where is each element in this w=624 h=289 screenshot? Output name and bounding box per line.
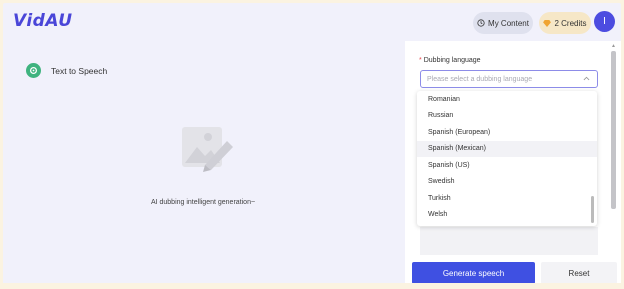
feature-label: Text to Speech [51, 65, 108, 76]
clock-icon [477, 19, 485, 27]
language-option[interactable]: Spanish (European) [417, 124, 597, 141]
text-input-area[interactable] [420, 227, 598, 255]
panel-scroll-thumb[interactable] [611, 51, 616, 209]
dubbing-language-dropdown: Romanian Russian Spanish (European) Span… [417, 91, 597, 226]
app-logo[interactable]: VidAU [13, 11, 73, 31]
panel-scrollbar[interactable]: ▲ [610, 41, 618, 259]
feature-item-text-to-speech[interactable]: Text to Speech [26, 63, 107, 78]
speaker-icon [26, 63, 41, 78]
language-option[interactable]: Spanish (US) [417, 157, 597, 174]
language-option[interactable]: Russian [417, 108, 597, 125]
dubbing-language-placeholder: Please select a dubbing language [427, 75, 533, 83]
dubbing-language-label: * Dubbing language [419, 57, 481, 64]
reset-button[interactable]: Reset [541, 262, 617, 284]
dubbing-language-label-text: Dubbing language [423, 57, 481, 64]
credits-label: 2 Credits [554, 18, 587, 28]
dubbing-language-select[interactable]: Please select a dubbing language [420, 70, 598, 88]
scroll-up-arrow-icon[interactable]: ▲ [611, 43, 616, 49]
language-option[interactable]: Romanian [417, 91, 597, 108]
empty-state-image-icon [182, 127, 233, 172]
chevron-up-icon [583, 76, 590, 83]
header: VidAU My Content 2 Credits I [3, 3, 621, 41]
diamond-icon [543, 19, 552, 27]
generation-caption: AI dubbing intelligent generation~ [150, 199, 256, 206]
language-option-hovered[interactable]: Spanish (Mexican) [417, 140, 597, 157]
required-mark: * [419, 57, 422, 64]
preview-pane: Text to Speech AI dubbing intelligent ge… [3, 41, 403, 286]
language-option[interactable]: Swedish [417, 174, 597, 191]
language-option[interactable]: Turkish [417, 190, 597, 207]
avatar[interactable]: I [594, 11, 615, 32]
language-option[interactable]: Welsh [417, 207, 597, 224]
credits-button[interactable]: 2 Credits [539, 12, 591, 34]
my-content-label: My Content [488, 18, 529, 28]
bottom-strip [0, 283, 624, 289]
dropdown-scroll-thumb[interactable] [591, 196, 594, 223]
generate-speech-button[interactable]: Generate speech [412, 262, 535, 284]
my-content-button[interactable]: My Content [473, 12, 533, 34]
